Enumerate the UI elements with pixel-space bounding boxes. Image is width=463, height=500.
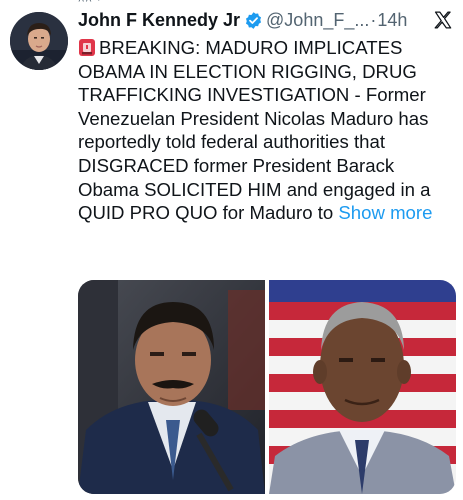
x-logo-icon[interactable] bbox=[433, 10, 453, 30]
tweet-body: BREAKING: MADURO IMPLICATES OBAMA IN ELE… bbox=[78, 36, 456, 225]
media-image-2[interactable] bbox=[269, 280, 456, 494]
meta-separator: · bbox=[370, 9, 377, 30]
verified-badge-icon bbox=[244, 11, 263, 30]
media-grid bbox=[78, 280, 456, 494]
tweet-header: John F Kennedy Jr @John_F_... · 14h bbox=[78, 7, 453, 33]
previous-post-fragment: ˄˄ · bbox=[78, 0, 102, 6]
avatar[interactable] bbox=[10, 12, 68, 70]
tweet-text: BREAKING: MADURO IMPLICATES OBAMA IN ELE… bbox=[78, 37, 431, 224]
post-time[interactable]: 14h bbox=[377, 10, 407, 31]
show-more-link[interactable]: Show more bbox=[338, 202, 432, 223]
rotating-light-emoji-icon bbox=[78, 38, 96, 57]
photo-man-in-front-of-flag-icon bbox=[269, 280, 456, 494]
media-image-1[interactable] bbox=[78, 280, 265, 494]
profile-photo-icon bbox=[10, 12, 68, 70]
author-handle[interactable]: @John_F_... bbox=[266, 10, 369, 31]
photo-man-at-microphone-icon bbox=[78, 280, 265, 494]
author-name[interactable]: John F Kennedy Jr bbox=[78, 10, 240, 31]
